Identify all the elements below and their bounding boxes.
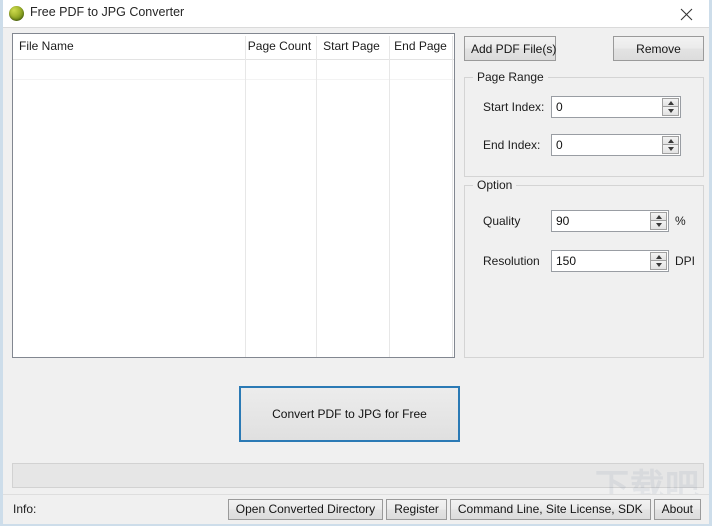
end-index-spin-buttons[interactable] [662, 136, 679, 154]
page-range-group-title: Page Range [473, 70, 548, 84]
resolution-spin-buttons[interactable] [650, 252, 667, 270]
start-index-decrement-button[interactable] [662, 107, 679, 116]
window-title: Free PDF to JPG Converter [30, 5, 185, 19]
column-header-start-page[interactable]: Start Page [316, 34, 387, 59]
start-index-increment-button[interactable] [662, 98, 679, 107]
progress-bar [12, 463, 704, 488]
start-index-label: Start Index: [483, 100, 545, 114]
close-icon [680, 8, 693, 21]
table-body[interactable] [13, 60, 454, 357]
about-button[interactable]: About [653, 499, 701, 520]
option-group-title: Option [473, 178, 517, 192]
resolution-increment-button[interactable] [650, 252, 667, 261]
quality-label: Quality [483, 214, 521, 228]
column-divider [452, 60, 453, 357]
table-header-row: File Name Page Count Start Page End Page [13, 34, 454, 80]
convert-button-label: Convert PDF to JPG for Free [272, 407, 427, 421]
column-header-end-page[interactable]: End Page [389, 34, 452, 59]
resolution-decrement-button[interactable] [650, 261, 667, 270]
right-panel: Add PDF File(s) Remove Page Range Start … [464, 33, 704, 358]
resolution-spinbox[interactable]: 150 [551, 250, 669, 272]
chevron-down-icon [655, 223, 662, 227]
status-bar-buttons: Open Converted Directory Register Comman… [225, 499, 701, 520]
quality-decrement-button[interactable] [650, 221, 667, 230]
end-index-value: 0 [556, 138, 563, 152]
close-button[interactable] [664, 0, 709, 26]
app-sphere-icon [9, 6, 24, 21]
resolution-unit-label: DPI [675, 254, 696, 268]
chevron-down-icon [667, 109, 674, 113]
page-range-group: Page Range Start Index: 0 End Index: 0 [464, 70, 704, 177]
column-header-page-count[interactable]: Page Count [245, 34, 314, 59]
quality-value: 90 [556, 214, 570, 228]
open-converted-directory-button[interactable]: Open Converted Directory [227, 499, 384, 520]
option-group: Option Quality 90 % Resolution 150 DPI [464, 178, 704, 358]
end-index-increment-button[interactable] [662, 136, 679, 145]
chevron-down-icon [655, 263, 662, 267]
chevron-up-icon [667, 138, 674, 143]
quality-unit-label: % [675, 214, 686, 228]
title-bar: Free PDF to JPG Converter [3, 0, 709, 28]
quality-spinbox[interactable]: 90 [551, 210, 669, 232]
column-header-file-name[interactable]: File Name [19, 34, 241, 59]
status-bar: Info: Open Converted Directory Register … [3, 494, 709, 524]
register-button[interactable]: Register [386, 499, 447, 520]
quality-spin-buttons[interactable] [650, 212, 667, 230]
command-line-site-license-sdk-button[interactable]: Command Line, Site License, SDK [449, 499, 651, 520]
quality-increment-button[interactable] [650, 212, 667, 221]
start-index-spinbox[interactable]: 0 [551, 96, 681, 118]
application-window: Free PDF to JPG Converter File Name Page… [0, 0, 712, 526]
chevron-up-icon [655, 214, 662, 219]
chevron-down-icon [667, 147, 674, 151]
add-pdf-files-button[interactable]: Add PDF File(s) [464, 36, 556, 61]
column-divider [389, 60, 390, 357]
end-index-spinbox[interactable]: 0 [551, 134, 681, 156]
end-index-decrement-button[interactable] [662, 145, 679, 154]
info-label: Info: [13, 502, 37, 516]
column-divider [245, 60, 246, 357]
remove-button[interactable]: Remove [613, 36, 704, 61]
convert-pdf-to-jpg-button[interactable]: Convert PDF to JPG for Free [239, 386, 460, 442]
file-list-table[interactable]: File Name Page Count Start Page End Page [12, 33, 455, 358]
resolution-label: Resolution [483, 254, 540, 268]
resolution-value: 150 [556, 254, 577, 268]
chevron-up-icon [655, 254, 662, 259]
end-index-label: End Index: [483, 138, 541, 152]
start-index-value: 0 [556, 100, 563, 114]
start-index-spin-buttons[interactable] [662, 98, 679, 116]
chevron-up-icon [667, 100, 674, 105]
column-divider [316, 60, 317, 357]
row-divider [13, 79, 454, 80]
